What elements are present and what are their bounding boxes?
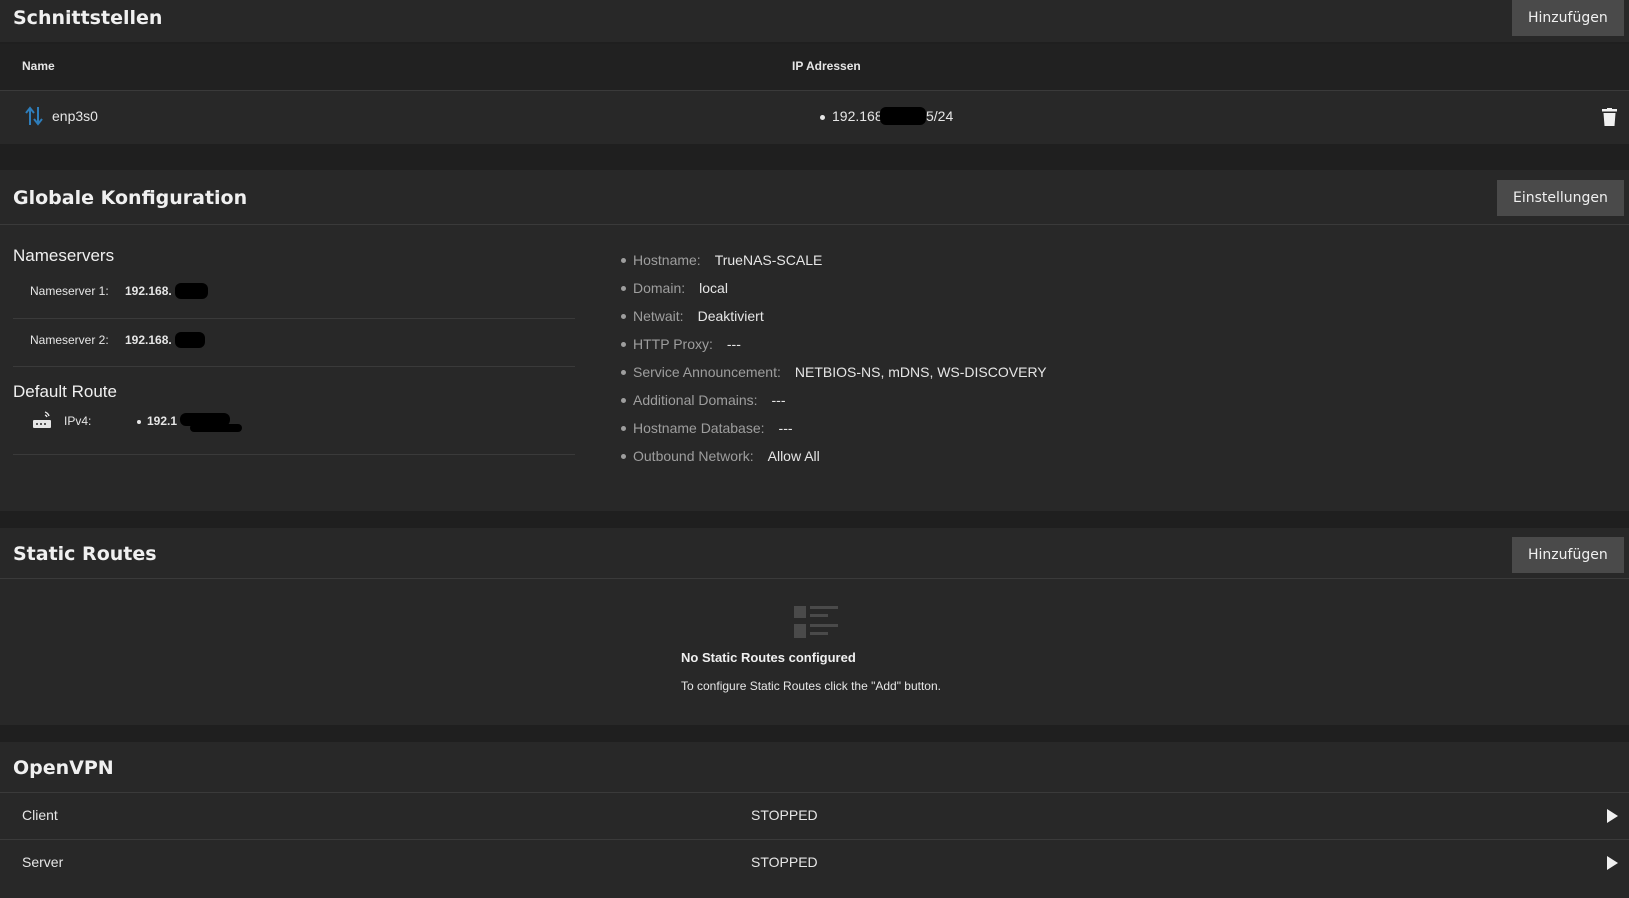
router-icon xyxy=(32,410,52,435)
openvpn-title: OpenVPN xyxy=(13,757,114,779)
info-outbound-network: Outbound Network: Allow All xyxy=(621,448,820,464)
client-status: STOPPED xyxy=(751,807,818,823)
nameserver-1-value: 192.168. xyxy=(125,284,172,298)
interface-name: enp3s0 xyxy=(52,108,98,124)
interface-ip: 192.168. xyxy=(832,108,887,124)
column-header-ip[interactable]: IP Adressen xyxy=(792,59,861,73)
play-icon[interactable] xyxy=(1607,809,1618,823)
interfaces-title: Schnittstellen xyxy=(13,7,163,29)
info-domain: Domain: local xyxy=(621,280,728,296)
global-config-card: Globale Konfiguration Einstellungen Name… xyxy=(0,170,1629,511)
nameserver-1: Nameserver 1: 192.168. xyxy=(0,274,575,322)
info-http-proxy: HTTP Proxy: --- xyxy=(621,336,741,352)
interface-ip-suffix: 5/24 xyxy=(926,108,954,124)
info-hostname-database: Hostname Database: --- xyxy=(621,420,793,436)
empty-text: To configure Static Routes click the "Ad… xyxy=(681,679,941,693)
static-routes-card: Static Routes Hinzufügen No Static Route… xyxy=(0,528,1629,725)
nameserver-2-value: 192.168. xyxy=(125,333,172,347)
nameserver-2-label: Nameserver 2: xyxy=(30,333,109,347)
list-empty-icon xyxy=(794,606,838,645)
info-service-announcement: Service Announcement: NETBIOS-NS, mDNS, W… xyxy=(621,364,1047,380)
server-status: STOPPED xyxy=(751,854,818,870)
nameservers-title: Nameservers xyxy=(13,246,115,265)
play-icon[interactable] xyxy=(1607,856,1618,870)
info-netwait: Netwait: Deaktiviert xyxy=(621,308,764,324)
empty-title: No Static Routes configured xyxy=(681,650,856,665)
swap-vertical-icon xyxy=(25,105,43,132)
info-additional-domains: Additional Domains: --- xyxy=(621,392,786,408)
nameserver-2: Nameserver 2: 192.168. xyxy=(0,322,575,370)
openvpn-card: OpenVPN Client STOPPED Server STOPPED xyxy=(0,742,1629,898)
interfaces-add-button[interactable]: Hinzufügen xyxy=(1512,0,1624,36)
default-route-ipv4: IPv4: 192.1 xyxy=(0,410,575,454)
openvpn-row-client[interactable]: Client STOPPED xyxy=(0,793,1629,839)
server-label: Server xyxy=(22,854,64,870)
global-config-title: Globale Konfiguration xyxy=(13,187,248,209)
openvpn-row-server[interactable]: Server STOPPED xyxy=(0,840,1629,886)
static-routes-title: Static Routes xyxy=(13,543,157,565)
ipv4-value: 192.1 xyxy=(147,414,178,428)
nameserver-1-label: Nameserver 1: xyxy=(30,284,109,298)
trash-icon[interactable] xyxy=(1602,108,1617,131)
column-header-name[interactable]: Name xyxy=(22,59,55,73)
client-label: Client xyxy=(22,807,58,823)
default-route-title: Default Route xyxy=(13,382,117,401)
info-hostname: Hostname: TrueNAS-SCALE xyxy=(621,252,822,268)
settings-button[interactable]: Einstellungen xyxy=(1497,180,1624,216)
ipv4-label: IPv4: xyxy=(64,414,92,428)
interfaces-card: Schnittstellen Hinzufügen Name IP Adress… xyxy=(0,0,1629,144)
static-routes-add-button[interactable]: Hinzufügen xyxy=(1512,537,1624,573)
table-row[interactable]: enp3s0 192.168. 5/24 xyxy=(0,91,1629,143)
